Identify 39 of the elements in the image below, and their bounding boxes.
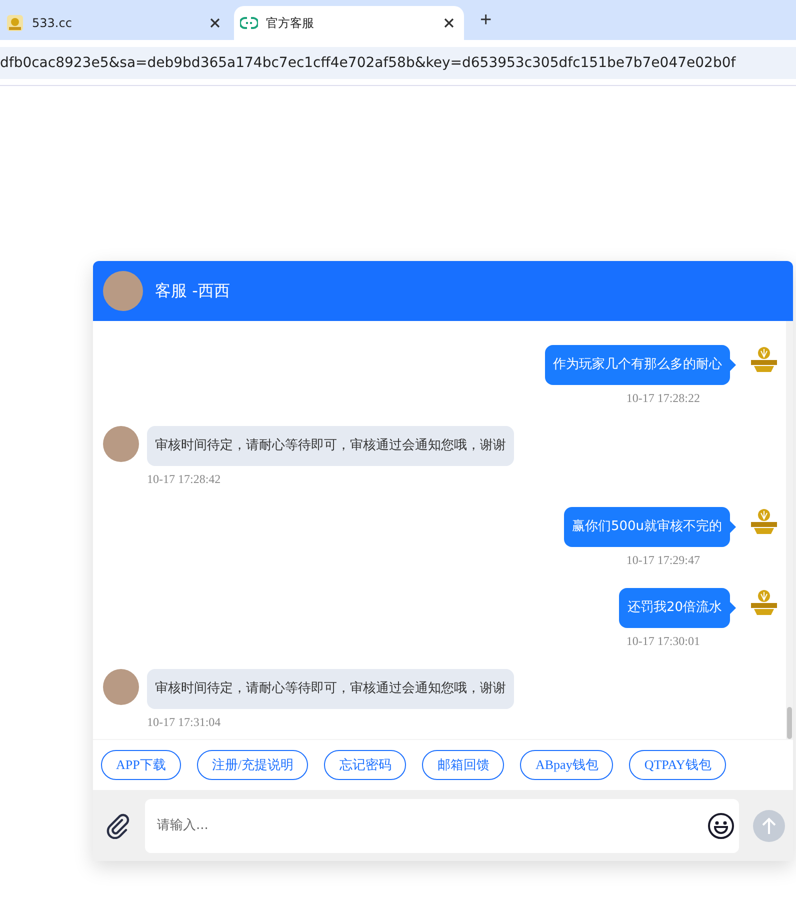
logo-icon [6,14,24,32]
quick-reply-button[interactable]: QTPAY钱包 [629,750,726,780]
message-time: 10-17 17:28:42 [147,472,221,486]
quick-reply-button[interactable]: 忘记密码 [324,750,406,780]
address-bar[interactable]: dfb0cac8923e5&sa=deb9bd365a174bc7ec1cff4e702af58b&key=d653953c305dfc151be7b7e047e02b0f [0,46,796,78]
tab-title: 533.cc [32,16,73,30]
logo-icon [750,345,778,373]
message-time: 10-17 17:31:04 [147,715,221,729]
message-time: 10-17 17:30:01 [626,634,700,648]
bubble-tail [730,521,736,533]
received-message: 审核时间待定，请耐心等待即可，审核通过会通知您哦，谢谢 [147,426,514,466]
tab-title: 官方客服 [266,14,315,32]
scrollbar[interactable] [786,321,793,739]
message-time: 10-17 17:28:22 [626,391,700,405]
close-icon[interactable] [210,18,220,28]
quick-reply-button[interactable]: 注册/充提说明 [196,750,308,780]
browser-tab[interactable]: 533.cc [0,6,230,40]
quick-reply-button[interactable]: ABpay钱包 [520,750,614,780]
avatar-placeholder [103,271,143,311]
close-icon[interactable] [444,18,454,28]
browser-tab[interactable]: 官方客服 [234,6,464,40]
quick-reply-button[interactable]: APP下载 [101,750,181,780]
smiley-icon[interactable] [707,812,735,840]
avatar-placeholder [103,426,139,462]
sent-message: 还罚我20倍流水 [619,588,730,628]
quick-reply-button[interactable]: 邮箱回馈 [422,750,504,780]
chat-title: 客服 -西西 [155,280,230,302]
new-tab-button[interactable]: + [474,8,498,32]
logo-icon [750,588,778,616]
paperclip-icon[interactable] [105,812,131,838]
sent-message: 作为玩家几个有那么多的耐心 [545,345,730,385]
message-time: 10-17 17:29:47 [626,553,700,567]
sent-message: 赢你们500u就审核不完的 [564,507,730,547]
bubble-tail [730,602,736,614]
bubble-tail [730,359,736,371]
avatar-placeholder [103,669,139,705]
received-message: 审核时间待定，请耐心等待即可，审核通过会通知您哦，谢谢 [147,669,514,709]
logo-icon [750,507,778,535]
arrow-up-icon [761,816,777,834]
